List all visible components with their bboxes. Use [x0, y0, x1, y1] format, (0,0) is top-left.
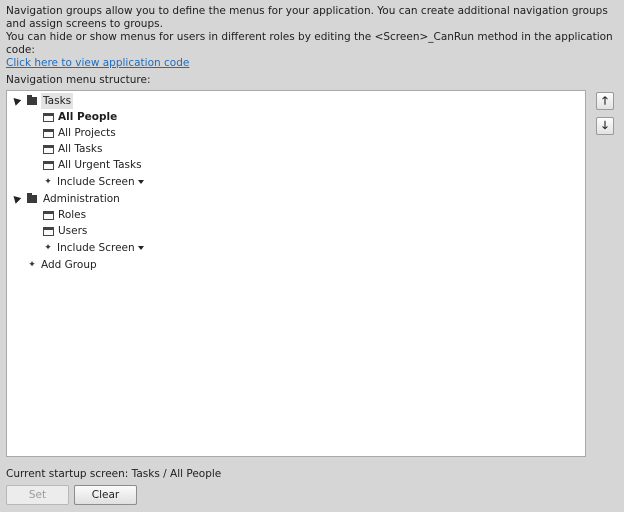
move-up-button[interactable]: 🡑 [596, 92, 614, 110]
tree-screen-label: Roles [58, 209, 87, 221]
expand-collapse-icon[interactable] [10, 94, 22, 106]
include-screen-dropdown[interactable]: ✦ Include Screen [43, 174, 144, 190]
view-code-link[interactable]: Click here to view application code [6, 57, 189, 69]
tree-screen-label: All Urgent Tasks [58, 159, 142, 171]
set-button[interactable]: Set [6, 485, 69, 505]
startup-screen-text: Current startup screen: Tasks / All Peop… [6, 468, 222, 480]
intro-text: Navigation groups allow you to define th… [6, 5, 618, 70]
add-icon: ✦ [28, 260, 36, 270]
include-screen-dropdown[interactable]: ✦ Include Screen [43, 240, 144, 256]
tree-screen-label: Users [58, 225, 88, 237]
navigation-tree[interactable]: Tasks All People All Projects All Tasks … [6, 90, 586, 457]
tree-screen-item[interactable]: Users [43, 223, 87, 239]
tree-screen-item[interactable]: All Projects [43, 125, 116, 141]
clear-button[interactable]: Clear [74, 485, 137, 505]
screen-icon [43, 128, 54, 138]
tree-group-tasks[interactable]: Tasks [27, 93, 74, 109]
structure-label: Navigation menu structure: [6, 74, 151, 86]
tree-screen-item[interactable]: All People [43, 109, 117, 125]
tree-group-label: Administration [43, 193, 120, 205]
chevron-down-icon [137, 246, 144, 250]
folder-icon [27, 193, 37, 203]
include-screen-label: Include Screen [57, 176, 135, 188]
intro-line-2: You can hide or show menus for users in … [6, 31, 613, 56]
tree-screen-item[interactable]: Roles [43, 207, 86, 223]
tree-screen-label: All Tasks [58, 143, 103, 155]
chevron-down-icon [137, 180, 144, 184]
tree-group-administration[interactable]: Administration [27, 191, 122, 207]
screen-icon [43, 210, 54, 220]
arrow-down-icon: 🡓 [602, 118, 608, 132]
arrow-up-icon: 🡑 [602, 93, 608, 107]
tree-screen-item[interactable]: All Urgent Tasks [43, 157, 142, 173]
add-icon: ✦ [44, 177, 52, 187]
screen-icon [43, 226, 54, 236]
add-group-label: Add Group [41, 259, 97, 271]
screen-icon [43, 144, 54, 154]
include-screen-label: Include Screen [57, 242, 135, 254]
intro-line-1: Navigation groups allow you to define th… [6, 5, 608, 30]
expand-collapse-icon[interactable] [10, 192, 22, 204]
tree-screen-label: All People [58, 111, 118, 123]
tree-screen-item[interactable]: All Tasks [43, 141, 103, 157]
screen-icon [43, 112, 54, 122]
add-icon: ✦ [44, 243, 52, 253]
tree-screen-label: All Projects [58, 127, 116, 139]
folder-icon [27, 95, 37, 105]
tree-group-label: Tasks [41, 93, 74, 109]
move-down-button[interactable]: 🡓 [596, 117, 614, 135]
add-group-item[interactable]: ✦ Add Group [27, 257, 97, 273]
screen-icon [43, 160, 54, 170]
